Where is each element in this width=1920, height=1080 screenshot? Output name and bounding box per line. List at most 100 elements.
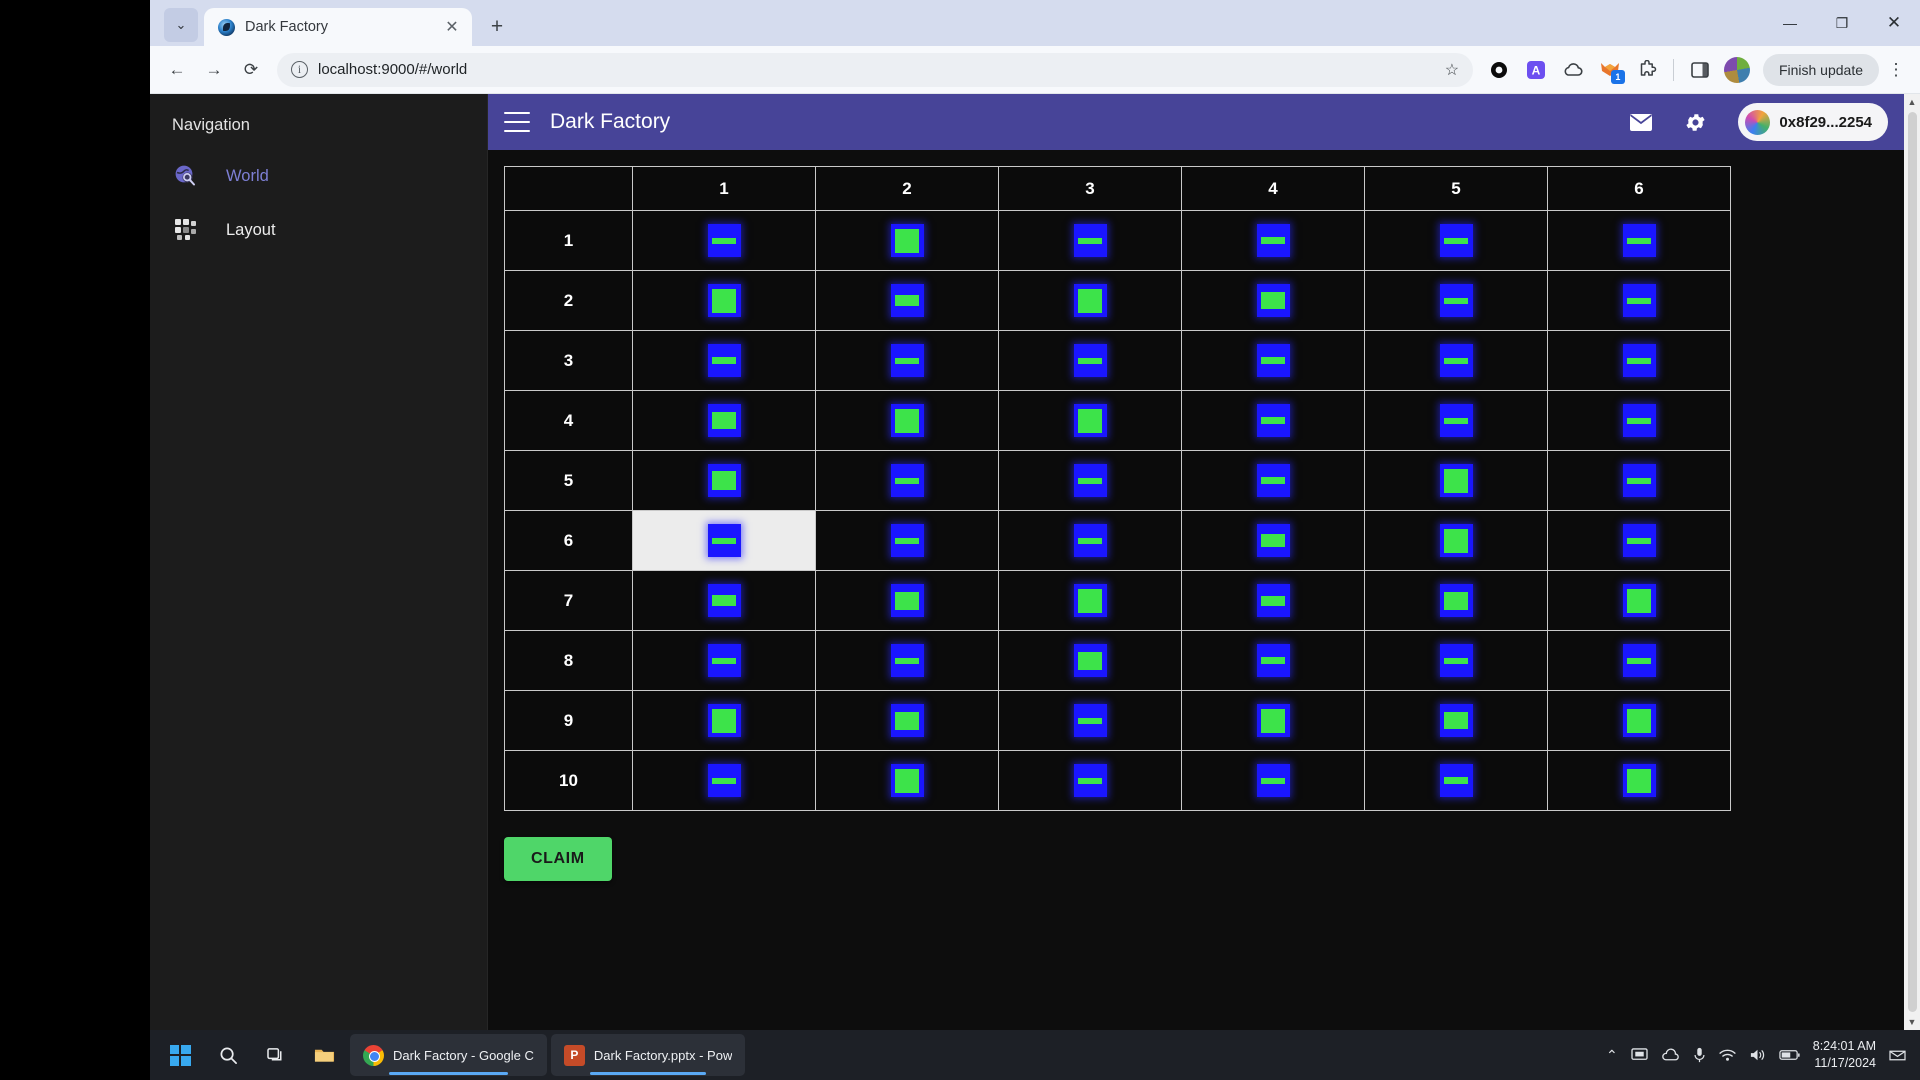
factory-tile[interactable] xyxy=(1073,764,1107,797)
avatar[interactable] xyxy=(1720,53,1754,87)
factory-tile[interactable] xyxy=(1256,284,1290,317)
factory-tile[interactable] xyxy=(1622,344,1656,377)
world-cell-7-1[interactable] xyxy=(632,570,816,631)
page-scrollbar[interactable]: ▲ ▼ xyxy=(1904,94,1920,1030)
world-cell-7-4[interactable] xyxy=(1181,570,1365,631)
world-cell-10-4[interactable] xyxy=(1181,750,1365,811)
hamburger-menu-icon[interactable] xyxy=(504,112,530,132)
address-bar[interactable]: i localhost:9000/#/world ☆ xyxy=(277,52,1473,87)
world-cell-5-5[interactable] xyxy=(1364,450,1548,511)
close-icon[interactable]: ✕ xyxy=(442,17,462,37)
factory-tile[interactable] xyxy=(707,224,741,257)
factory-tile[interactable] xyxy=(707,584,741,617)
side-panel-icon[interactable] xyxy=(1683,53,1717,87)
factory-tile[interactable] xyxy=(890,584,924,617)
world-cell-5-4[interactable] xyxy=(1181,450,1365,511)
reload-icon[interactable]: ⟳ xyxy=(234,53,268,87)
letter-a-extension-icon[interactable]: A xyxy=(1519,53,1553,87)
factory-tile[interactable] xyxy=(707,764,741,797)
factory-tile[interactable] xyxy=(1439,404,1473,437)
factory-tile[interactable] xyxy=(707,644,741,677)
world-cell-2-5[interactable] xyxy=(1364,270,1548,331)
factory-tile[interactable] xyxy=(1622,404,1656,437)
tab-search-chevron-icon[interactable]: ⌄ xyxy=(164,8,198,42)
browser-tab[interactable]: Dark Factory ✕ xyxy=(204,8,472,46)
world-cell-4-3[interactable] xyxy=(998,390,1182,451)
notification-center-icon[interactable] xyxy=(1889,1048,1906,1063)
factory-tile[interactable] xyxy=(890,524,924,557)
factory-tile[interactable] xyxy=(1073,524,1107,557)
world-cell-1-4[interactable] xyxy=(1181,210,1365,271)
taskbar-clock[interactable]: 8:24:01 AM 11/17/2024 xyxy=(1813,1038,1876,1072)
factory-tile[interactable] xyxy=(1256,224,1290,257)
world-cell-7-5[interactable] xyxy=(1364,570,1548,631)
factory-tile[interactable] xyxy=(707,404,741,437)
minimize-button[interactable]: — xyxy=(1764,0,1816,46)
factory-tile[interactable] xyxy=(890,344,924,377)
world-cell-3-4[interactable] xyxy=(1181,330,1365,391)
world-cell-8-1[interactable] xyxy=(632,630,816,691)
world-cell-2-1[interactable] xyxy=(632,270,816,331)
world-cell-6-1-selected[interactable] xyxy=(632,510,816,571)
world-cell-1-3[interactable] xyxy=(998,210,1182,271)
factory-tile[interactable] xyxy=(1256,584,1290,617)
factory-tile[interactable] xyxy=(1256,704,1290,737)
factory-tile[interactable] xyxy=(1073,224,1107,257)
factory-tile[interactable] xyxy=(1073,404,1107,437)
world-cell-7-6[interactable] xyxy=(1547,570,1731,631)
world-cell-3-5[interactable] xyxy=(1364,330,1548,391)
world-cell-8-4[interactable] xyxy=(1181,630,1365,691)
world-cell-10-6[interactable] xyxy=(1547,750,1731,811)
world-cell-10-5[interactable] xyxy=(1364,750,1548,811)
factory-tile[interactable] xyxy=(1256,404,1290,437)
tray-chevron-up-icon[interactable]: ⌃ xyxy=(1606,1047,1618,1064)
world-cell-6-2[interactable] xyxy=(815,510,999,571)
world-cell-1-2[interactable] xyxy=(815,210,999,271)
claim-button[interactable]: CLAIM xyxy=(504,837,612,881)
world-cell-9-1[interactable] xyxy=(632,690,816,751)
scroll-up-arrow-icon[interactable]: ▲ xyxy=(1908,94,1917,110)
world-cell-6-5[interactable] xyxy=(1364,510,1548,571)
world-cell-1-5[interactable] xyxy=(1364,210,1548,271)
factory-tile[interactable] xyxy=(707,524,741,557)
site-info-icon[interactable]: i xyxy=(291,61,308,78)
world-cell-4-6[interactable] xyxy=(1547,390,1731,451)
factory-tile[interactable] xyxy=(890,704,924,737)
factory-tile[interactable] xyxy=(1256,524,1290,557)
taskbar-app-powerpoint[interactable]: P Dark Factory.pptx - Pow xyxy=(550,1034,746,1076)
world-cell-1-6[interactable] xyxy=(1547,210,1731,271)
opera-circle-icon[interactable] xyxy=(1482,53,1516,87)
factory-tile[interactable] xyxy=(1256,644,1290,677)
world-cell-10-3[interactable] xyxy=(998,750,1182,811)
world-cell-4-2[interactable] xyxy=(815,390,999,451)
factory-tile[interactable] xyxy=(1622,464,1656,497)
world-cell-4-5[interactable] xyxy=(1364,390,1548,451)
world-cell-2-3[interactable] xyxy=(998,270,1182,331)
world-cell-3-2[interactable] xyxy=(815,330,999,391)
factory-tile[interactable] xyxy=(1073,464,1107,497)
scrollbar-thumb[interactable] xyxy=(1907,112,1917,1012)
sidebar-item-world[interactable]: World xyxy=(150,149,487,203)
factory-tile[interactable] xyxy=(1622,584,1656,617)
world-cell-10-2[interactable] xyxy=(815,750,999,811)
world-cell-6-6[interactable] xyxy=(1547,510,1731,571)
factory-tile[interactable] xyxy=(707,704,741,737)
tray-battery-icon[interactable] xyxy=(1779,1049,1800,1061)
gear-icon[interactable] xyxy=(1678,105,1712,139)
world-cell-8-3[interactable] xyxy=(998,630,1182,691)
world-cell-5-2[interactable] xyxy=(815,450,999,511)
fox-extension-icon[interactable]: 1 xyxy=(1593,53,1627,87)
world-cell-5-3[interactable] xyxy=(998,450,1182,511)
factory-tile[interactable] xyxy=(1622,524,1656,557)
factory-tile[interactable] xyxy=(1256,344,1290,377)
world-cell-9-5[interactable] xyxy=(1364,690,1548,751)
factory-tile[interactable] xyxy=(1439,644,1473,677)
factory-tile[interactable] xyxy=(890,764,924,797)
tray-volume-icon[interactable] xyxy=(1749,1048,1766,1062)
factory-tile[interactable] xyxy=(1622,284,1656,317)
chrome-menu-icon[interactable]: ⋮ xyxy=(1882,60,1910,80)
bookmark-star-icon[interactable]: ☆ xyxy=(1439,60,1465,80)
world-cell-6-4[interactable] xyxy=(1181,510,1365,571)
new-tab-button[interactable]: + xyxy=(482,12,512,42)
close-window-button[interactable]: ✕ xyxy=(1868,0,1920,46)
